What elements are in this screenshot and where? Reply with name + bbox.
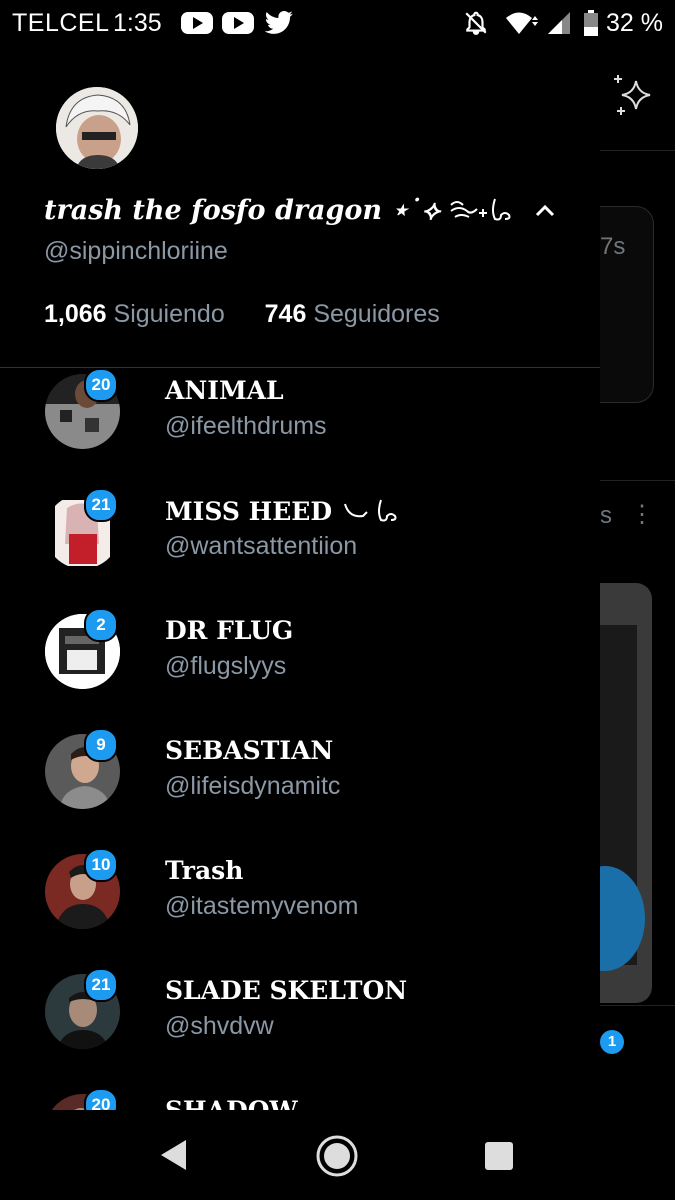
profile-display-name: trash the fosfo dragon ⋆˙⟡ (44, 193, 513, 227)
back-icon[interactable] (158, 1138, 190, 1172)
tweet-time: 7s (600, 233, 626, 260)
unread-badge: 21 (84, 968, 118, 1002)
battery-icon (584, 10, 598, 36)
wifi-icon (506, 12, 538, 34)
followers-count: 746 (264, 300, 307, 328)
account-handle: @ifeelthdrums (165, 412, 327, 440)
account-name: SLADE SKELTON (165, 976, 408, 1005)
account-item[interactable]: 21 MISS HEED @wantsattentiion (0, 488, 600, 604)
account-handle: @wantsattentiion (165, 532, 358, 560)
youtube-icon (181, 12, 213, 34)
youtube-icon (222, 12, 254, 34)
account-handle: @lifeisdynamitc (165, 772, 341, 800)
followers-link[interactable]: 746 Seguidores (265, 300, 440, 328)
decorative-symbols-icon (343, 499, 397, 522)
twitter-icon (264, 11, 293, 34)
more-options-icon[interactable]: ⋮ (630, 500, 654, 529)
account-item[interactable]: 21 SLADE SKELTON @shvdvw (0, 968, 600, 1084)
carrier-label: TELCEL (12, 9, 110, 37)
profile-avatar[interactable] (56, 87, 138, 169)
unread-badge: 9 (84, 728, 118, 762)
background-timeline: 7s s ⋮ 1 (565, 48, 675, 1110)
account-name: Trash (165, 856, 244, 885)
account-name: DR FLUG (165, 616, 294, 645)
unread-badge: 2 (84, 608, 118, 642)
avatar-image (56, 87, 138, 169)
account-name-text: MISS HEED (165, 497, 341, 526)
account-handle: @shvdvw (165, 1012, 274, 1040)
account-name: SEBASTIAN (165, 736, 334, 765)
clock: 1:35 (113, 9, 162, 37)
battery-percent: 32 % (606, 9, 663, 37)
account-item[interactable]: 20 SHADOW (0, 1088, 600, 1110)
profile-handle: @sippinchloriine (44, 237, 228, 265)
chevron-up-icon[interactable] (528, 194, 562, 228)
account-name: ANIMAL (165, 376, 284, 405)
home-icon[interactable] (315, 1134, 359, 1178)
account-name: SHADOW (165, 1096, 298, 1110)
account-item[interactable]: 2 DR FLUG @flugslyys (0, 608, 600, 724)
divider (600, 480, 675, 481)
unread-badge: 21 (84, 488, 118, 522)
system-nav-bar (0, 1110, 675, 1200)
following-link[interactable]: 1,066 Siguiendo (44, 300, 225, 328)
unread-badge: 20 (84, 368, 118, 402)
followers-label: Seguidores (313, 300, 440, 328)
account-item[interactable]: 9 SEBASTIAN @lifeisdynamitc (0, 728, 600, 844)
decorative-symbols-icon (450, 198, 511, 221)
account-name: MISS HEED (165, 496, 411, 526)
signal-icon (548, 12, 570, 34)
divider (600, 150, 675, 151)
notification-badge: 1 (600, 1030, 624, 1054)
divider (600, 1005, 675, 1006)
account-item[interactable]: 10 Trash @itastemyvenom (0, 848, 600, 964)
notifications-off-icon (465, 11, 487, 35)
status-bar: TELCEL 1:35 32 % (0, 0, 675, 48)
account-handle: @itastemyvenom (165, 892, 359, 920)
unread-badge: 10 (84, 848, 118, 882)
following-label: Siguiendo (113, 300, 225, 328)
account-item[interactable]: 20 ANIMAL @ifeelthdrums (0, 368, 600, 484)
tweet-text-fragment: s (600, 502, 612, 529)
recents-icon[interactable] (483, 1140, 515, 1172)
display-name-text: trash the fosfo dragon ⋆˙⟡ (44, 195, 450, 226)
sparkle-icon[interactable] (610, 73, 654, 117)
unread-badge: 20 (84, 1088, 118, 1110)
follow-stats: 1,066 Siguiendo 746 Seguidores (44, 300, 440, 329)
account-drawer: trash the fosfo dragon ⋆˙⟡ @sippinchlori… (0, 48, 600, 1110)
following-count: 1,066 (44, 300, 107, 328)
divider (0, 367, 600, 368)
account-handle: @flugslyys (165, 652, 287, 680)
